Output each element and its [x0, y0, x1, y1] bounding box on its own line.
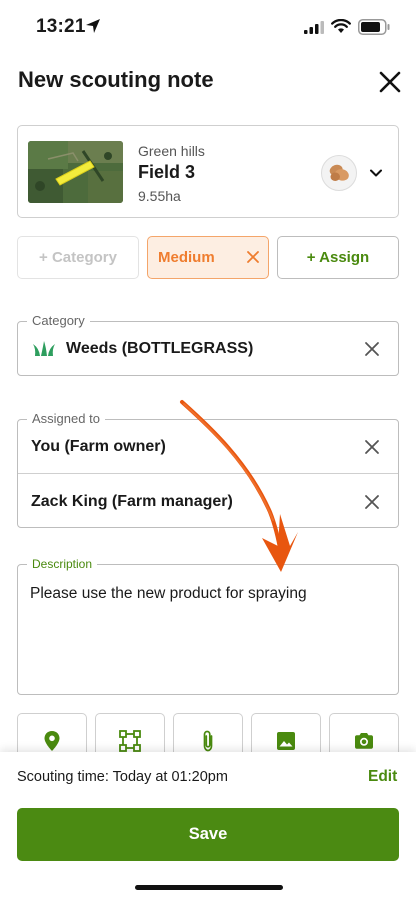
image-icon [277, 731, 295, 750]
category-field[interactable]: Category Weeds (BOTTLEGRASS) [17, 313, 399, 376]
add-category-chip[interactable]: + Category [17, 236, 139, 279]
crop-potato-icon [321, 155, 357, 191]
cellular-signal-icon [304, 21, 324, 34]
save-button-label: Save [188, 825, 228, 843]
location-pin-icon [44, 730, 60, 751]
description-legend: Description [27, 556, 98, 572]
bottom-action-panel: Scouting time: Today at 01:20pm Edit Sav… [0, 752, 416, 900]
save-button[interactable]: Save [17, 808, 399, 861]
status-time: 13:21 [36, 16, 86, 37]
chevron-down-icon[interactable] [368, 165, 384, 181]
edit-time-link[interactable]: Edit [368, 768, 397, 786]
field-area: 9.55ha [138, 188, 181, 204]
category-value: Weeds (BOTTLEGRASS) [66, 340, 254, 357]
home-indicator [135, 885, 283, 890]
weed-icon [33, 341, 55, 356]
battery-icon [358, 19, 390, 35]
status-bar: 13:21 [0, 0, 416, 54]
wifi-icon [331, 19, 351, 33]
remove-assignee-icon[interactable] [364, 439, 380, 455]
assign-label: + Assign [306, 249, 370, 266]
assigned-legend: Assigned to [27, 411, 105, 427]
remove-priority-icon[interactable] [246, 250, 260, 264]
clear-category-icon[interactable] [364, 341, 380, 357]
field-name: Field 3 [138, 162, 196, 182]
farm-name: Green hills [138, 143, 205, 159]
description-input[interactable]: Please use the new product for spraying [30, 585, 307, 603]
field-selector-card[interactable]: Green hills Field 3 9.55ha [17, 125, 399, 218]
divider [18, 473, 398, 474]
paperclip-icon [203, 730, 213, 751]
add-category-label: + Category [39, 249, 117, 266]
close-icon[interactable] [376, 68, 404, 96]
priority-label: Medium [158, 249, 215, 266]
priority-chip[interactable]: Medium [147, 236, 269, 279]
field-map-thumbnail [28, 141, 123, 203]
category-legend: Category [27, 313, 90, 329]
remove-assignee-icon[interactable] [364, 494, 380, 510]
location-arrow-icon [86, 19, 100, 33]
assignee-item: You (Farm owner) [31, 438, 166, 455]
area-select-icon [119, 729, 141, 752]
description-field[interactable]: Description Please use the new product f… [17, 556, 399, 695]
page-title: New scouting note [18, 67, 214, 92]
assignee-item: Zack King (Farm manager) [31, 493, 233, 510]
assign-chip[interactable]: + Assign [277, 236, 399, 279]
camera-icon [355, 732, 373, 749]
assigned-to-field: Assigned to You (Farm owner) Zack King (… [17, 411, 399, 528]
scouting-time-text: Scouting time: Today at 01:20pm [17, 769, 228, 785]
